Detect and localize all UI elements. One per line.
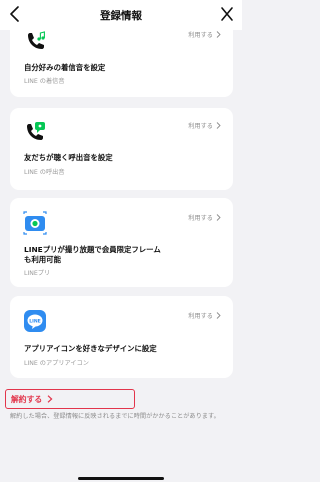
phone-speech-icon xyxy=(27,122,45,140)
use-button[interactable]: 利用する xyxy=(188,311,221,320)
card-subtitle: LINE の呼出音 xyxy=(24,169,65,176)
photo-frame-icon xyxy=(23,211,47,235)
ringtone-card[interactable]: 利用する 自分好みの着信音を設定 LINE の着信音 xyxy=(10,30,233,97)
card-title: アプリアイコンを好きなデザインに設定 xyxy=(24,344,157,353)
ringback-tone-card[interactable]: 利用する 友だちが聴く呼出音を設定 LINE の呼出音 xyxy=(10,108,233,190)
use-label: 利用する xyxy=(188,123,213,130)
use-label: 利用する xyxy=(188,215,213,222)
card-title: 友だちが聴く呼出音を設定 xyxy=(24,153,113,162)
app-icon-card[interactable]: LINE 利用する アプリアイコンを好きなデザインに設定 LINE のアプリアイ… xyxy=(10,296,233,378)
home-indicator xyxy=(78,477,164,480)
line-logo-text: LINE xyxy=(29,318,41,324)
line-puri-card[interactable]: 利用する LINEプリが撮り放題で会員限定フレーム も利用可能 LINEプリ xyxy=(10,198,233,287)
chevron-right-icon xyxy=(216,214,221,221)
use-button[interactable]: 利用する xyxy=(188,121,221,130)
back-arrow-icon[interactable] xyxy=(8,6,22,22)
page-title: 登録情報 xyxy=(100,9,142,22)
card-title-line-1: LINEプリが撮り放題で会員限定フレーム xyxy=(24,245,161,254)
card-subtitle: LINE の着信音 xyxy=(24,78,65,85)
line-app-icon: LINE xyxy=(24,310,46,332)
cancel-label: 解約する xyxy=(11,394,43,404)
card-title-line-2: も利用可能 xyxy=(24,255,61,264)
top-header: 登録情報 xyxy=(0,0,242,30)
chevron-right-icon xyxy=(47,395,53,403)
chevron-right-icon xyxy=(216,31,221,38)
card-subtitle: LINE のアプリアイコン xyxy=(24,360,89,367)
content-scroll-area[interactable]: 利用する 自分好みの着信音を設定 LINE の着信音 利用する 友だちが聴く呼出… xyxy=(0,30,242,482)
cancel-note: 解約した場合、登録情報に反映されるまでに時間がかかることがあります。 xyxy=(10,413,220,420)
use-button[interactable]: 利用する xyxy=(188,30,221,39)
chevron-right-icon xyxy=(216,312,221,319)
cancel-subscription-button[interactable]: 解約する xyxy=(5,389,135,409)
close-icon[interactable] xyxy=(220,6,234,22)
chevron-right-icon xyxy=(216,122,221,129)
card-title: 自分好みの着信音を設定 xyxy=(24,63,106,72)
phone-music-icon xyxy=(28,31,45,49)
use-button[interactable]: 利用する xyxy=(188,213,221,222)
use-label: 利用する xyxy=(188,313,213,320)
use-label: 利用する xyxy=(188,32,213,39)
card-subtitle: LINEプリ xyxy=(24,270,51,277)
